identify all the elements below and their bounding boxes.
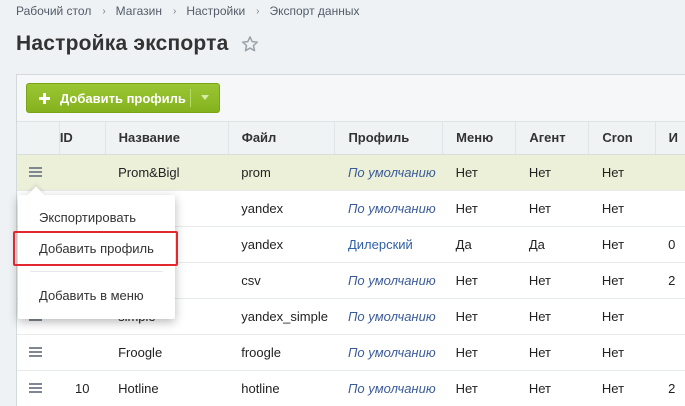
cell-cron: Нет (588, 298, 656, 335)
cell-extra (655, 190, 685, 227)
profile-link[interactable]: По умолчанию (348, 345, 436, 360)
row-menu-cell[interactable] (17, 334, 60, 371)
cell-profile: По умолчанию (334, 370, 443, 406)
breadcrumb-item-export[interactable]: Экспорт данных (270, 4, 360, 18)
profile-link[interactable]: По умолчанию (348, 273, 436, 288)
button-divider (190, 89, 191, 107)
column-header-menu (17, 122, 60, 155)
cell-agent: Нет (515, 190, 589, 227)
hamburger-menu-icon[interactable] (29, 166, 42, 177)
cell-cron: Нет (588, 262, 656, 299)
cell-profile: По умолчанию (334, 154, 443, 191)
table-row[interactable]: Froogle froogle По умолчанию Нет Нет Нет (17, 334, 685, 371)
cell-menu-flag: Нет (442, 370, 516, 406)
cell-id: 10 (59, 370, 106, 406)
cell-menu-flag: Нет (442, 154, 516, 191)
column-header-extra[interactable]: И (655, 122, 685, 155)
cell-menu-flag: Нет (442, 298, 516, 335)
cell-profile: Дилерский (334, 226, 443, 263)
cell-file: hotline (228, 370, 335, 406)
chevron-down-icon[interactable] (201, 95, 209, 100)
cell-id (59, 154, 106, 191)
cell-cron: Нет (588, 190, 656, 227)
breadcrumb-item-desktop[interactable]: Рабочий стол (16, 4, 91, 18)
cell-name: Froogle (105, 334, 229, 371)
star-icon[interactable] (241, 35, 259, 53)
cell-extra (655, 334, 685, 371)
cell-menu-flag: Нет (442, 190, 516, 227)
cell-extra: 2 (655, 262, 685, 299)
chevron-right-icon: › (172, 5, 177, 17)
cell-extra (655, 298, 685, 335)
cell-name: Hotline (105, 370, 229, 406)
profile-link[interactable]: По умолчанию (348, 201, 436, 216)
profile-link[interactable]: Дилерский (348, 237, 413, 252)
cell-agent: Нет (515, 298, 589, 335)
cell-id (59, 334, 106, 371)
cell-file: csv (228, 262, 335, 299)
profile-link[interactable]: По умолчанию (348, 165, 436, 180)
cell-profile: По умолчанию (334, 262, 443, 299)
cell-menu-flag: Нет (442, 262, 516, 299)
table-header-row: ID Название Файл Профиль Меню Агент Cron… (17, 122, 685, 155)
row-context-menu: Экспортировать Добавить профиль Добавить… (18, 186, 175, 319)
hamburger-menu-icon[interactable] (29, 382, 42, 393)
cell-profile: По умолчанию (334, 298, 443, 335)
cell-extra: 0 (655, 226, 685, 263)
cell-profile: По умолчанию (334, 334, 443, 371)
cell-menu-flag: Нет (442, 334, 516, 371)
cell-cron: Нет (588, 370, 656, 406)
column-header-agent[interactable]: Агент (515, 122, 590, 155)
row-menu-cell[interactable] (17, 154, 60, 191)
cell-cron: Нет (588, 334, 656, 371)
breadcrumb-item-settings[interactable]: Настройки (186, 4, 245, 18)
column-header-id[interactable]: ID (59, 122, 106, 155)
cell-cron: Нет (588, 226, 656, 263)
cell-agent: Нет (515, 334, 589, 371)
profile-link[interactable]: По умолчанию (348, 381, 436, 396)
menu-item-add-to-menu[interactable]: Добавить в меню (18, 283, 175, 307)
add-profile-button[interactable]: Добавить профиль (26, 83, 220, 113)
column-header-file[interactable]: Файл (228, 122, 336, 155)
title-row: Настройка экспорта (16, 32, 259, 56)
cell-cron: Нет (588, 154, 656, 191)
cell-file: prom (228, 154, 335, 191)
cell-menu-flag: Да (442, 226, 516, 263)
menu-item-add-profile[interactable]: Добавить профиль (18, 236, 175, 260)
cell-agent: Нет (515, 154, 589, 191)
cell-extra (655, 154, 685, 191)
hamburger-menu-icon[interactable] (29, 346, 42, 357)
cell-file: yandex (228, 226, 335, 263)
menu-divider (30, 271, 163, 272)
column-header-menu-flag[interactable]: Меню (442, 122, 517, 155)
add-profile-label: Добавить профиль (60, 90, 186, 106)
chevron-right-icon: › (256, 5, 260, 17)
page-title: Настройка экспорта (16, 32, 229, 55)
cell-name: Prom&Bigl (105, 154, 229, 191)
cell-agent: Нет (515, 370, 589, 406)
plus-icon (39, 92, 50, 104)
cell-agent: Нет (515, 262, 589, 299)
toolbar: Добавить профиль (17, 75, 685, 122)
column-header-name[interactable]: Название (105, 122, 229, 155)
breadcrumb: Рабочий стол › Магазин › Настройки › Экс… (16, 4, 359, 18)
menu-item-export[interactable]: Экспортировать (18, 205, 175, 229)
cell-file: yandex (228, 190, 335, 227)
cell-agent: Да (515, 226, 589, 263)
cell-file: yandex_simple (228, 298, 335, 335)
breadcrumb-item-shop[interactable]: Магазин (116, 4, 162, 18)
chevron-right-icon: › (102, 5, 106, 17)
cell-extra: 2 (655, 370, 685, 406)
cell-profile: По умолчанию (334, 190, 443, 227)
table-row[interactable]: 10 Hotline hotline По умолчанию Нет Нет Нет 2 (17, 370, 685, 406)
column-header-profile[interactable]: Профиль (334, 122, 444, 155)
cell-file: froogle (228, 334, 335, 371)
row-menu-cell[interactable] (17, 370, 60, 406)
profile-link[interactable]: По умолчанию (348, 309, 436, 324)
column-header-cron[interactable]: Cron (588, 122, 656, 155)
table-row[interactable]: Prom&Bigl prom По умолчанию Нет Нет Нет (17, 154, 685, 191)
